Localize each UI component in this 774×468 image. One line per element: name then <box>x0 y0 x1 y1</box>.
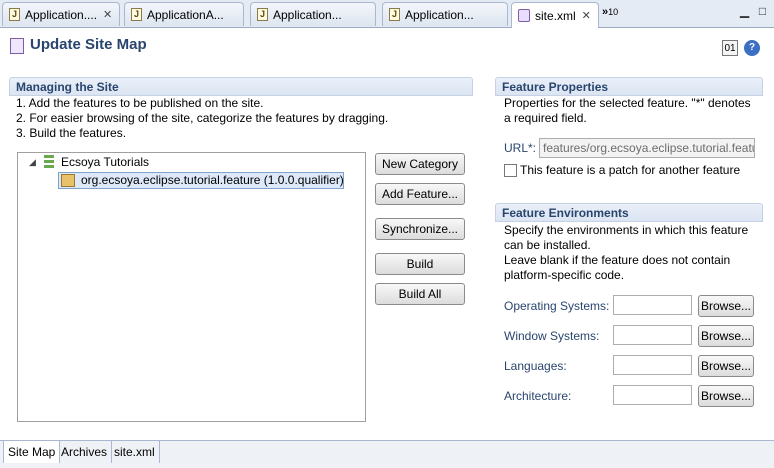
collapse-arrow-icon[interactable]: ◢ <box>29 157 36 168</box>
operating-systems-browse-button[interactable]: Browse... <box>698 295 754 317</box>
editor-tab-1[interactable]: J Application.... ✕ <box>2 2 120 26</box>
languages-field[interactable] <box>613 355 692 375</box>
env-desc-2: can be installed. <box>504 238 591 252</box>
patch-checkbox[interactable] <box>504 164 517 177</box>
tab-overflow-button[interactable]: »10 <box>602 6 618 18</box>
url-field: features/org.ecsoya.eclipse.tutorial.fea… <box>539 138 755 158</box>
category-label[interactable]: Ecsoya Tutorials <box>61 155 149 170</box>
feature-icon <box>61 174 75 187</box>
url-label: URL*: <box>504 141 537 155</box>
editor-tab-2[interactable]: J ApplicationA... <box>124 2 244 26</box>
window-systems-label: Window Systems: <box>504 329 600 343</box>
step-3: 3. Build the features. <box>16 126 127 140</box>
architecture-field[interactable] <box>613 385 692 405</box>
window-systems-browse-button[interactable]: Browse... <box>698 325 754 347</box>
synchronize-button[interactable]: Synchronize... <box>375 218 465 240</box>
site-tree[interactable] <box>17 152 366 422</box>
close-icon[interactable]: ✕ <box>582 9 591 22</box>
site-xml-icon <box>518 9 530 22</box>
env-desc-1: Specify the environments in which this f… <box>504 223 749 237</box>
tab-site-map[interactable]: Site Map <box>3 441 61 463</box>
languages-browse-button[interactable]: Browse... <box>698 355 754 377</box>
site-map-icon <box>10 38 24 54</box>
step-1: 1. Add the features to be published on t… <box>16 96 264 110</box>
java-file-icon: J <box>389 8 400 21</box>
feature-environments-header: Feature Environments <box>495 203 763 222</box>
tab-site-xml[interactable]: site.xml <box>110 441 160 463</box>
close-icon[interactable]: ✕ <box>103 8 112 21</box>
java-file-icon: J <box>9 8 20 21</box>
feature-properties-header: Feature Properties <box>495 77 763 96</box>
architecture-label: Architecture: <box>504 389 572 403</box>
build-all-button[interactable]: Build All <box>375 283 465 305</box>
editor-tab-3[interactable]: J Application... <box>250 2 376 26</box>
editor-tab-4[interactable]: J Application... <box>382 2 508 26</box>
managing-section-header: Managing the Site <box>9 77 473 96</box>
patch-label[interactable]: This feature is a patch for another feat… <box>520 163 740 178</box>
step-2: 2. For easier browsing of the site, cate… <box>16 111 389 125</box>
languages-label: Languages: <box>504 359 567 373</box>
env-desc-4: platform-specific code. <box>504 268 625 282</box>
operating-systems-field[interactable] <box>613 295 692 315</box>
build-button[interactable]: Build <box>375 253 465 275</box>
env-desc-3: Leave blank if the feature does not cont… <box>504 253 731 267</box>
java-file-icon: J <box>257 8 268 21</box>
editor-tab-site-xml[interactable]: site.xml ✕ <box>511 2 599 28</box>
architecture-browse-button[interactable]: Browse... <box>698 385 754 407</box>
feature-properties-desc-2: a required field. <box>504 111 587 125</box>
feature-label: org.ecsoya.eclipse.tutorial.feature (1.0… <box>81 173 344 187</box>
category-icon <box>44 155 54 169</box>
tab-archives[interactable]: Archives <box>57 441 113 463</box>
window-systems-field[interactable] <box>613 325 692 345</box>
add-feature-button[interactable]: Add Feature... <box>375 183 465 205</box>
binary-icon[interactable]: 01 <box>722 40 738 56</box>
page-title: Update Site Map <box>30 36 147 53</box>
tab-overflow-count: 10 <box>608 7 619 17</box>
java-file-icon: J <box>131 8 142 21</box>
help-icon[interactable]: ? <box>744 40 760 56</box>
new-category-button[interactable]: New Category <box>375 153 465 175</box>
minimize-icon[interactable]: ▁ <box>738 5 751 17</box>
operating-systems-label: Operating Systems: <box>504 299 610 313</box>
feature-properties-desc-1: Properties for the selected feature. "*"… <box>504 96 751 110</box>
maximize-icon[interactable]: □ <box>756 5 769 17</box>
